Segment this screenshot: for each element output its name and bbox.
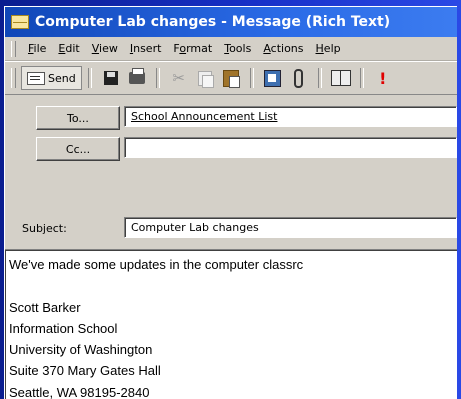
address-book-button[interactable]	[262, 67, 284, 89]
to-button[interactable]: To...	[36, 106, 120, 130]
signature-line: University of Washington	[9, 342, 153, 357]
menu-tools[interactable]: Tools	[218, 42, 257, 55]
print-button[interactable]	[126, 67, 148, 89]
to-recipient[interactable]: School Announcement List	[131, 110, 277, 123]
address-book-icon	[264, 69, 282, 87]
cut-button[interactable]: ✂	[168, 67, 190, 89]
check-names-icon	[330, 70, 351, 86]
save-icon	[103, 71, 118, 85]
menu-actions[interactable]: Actions	[257, 42, 309, 55]
check-names-button[interactable]	[330, 67, 352, 89]
menu-help[interactable]: Help	[310, 42, 347, 55]
signature-name: Scott Barker	[9, 300, 81, 315]
body-line: We've made some updates in the computer …	[9, 257, 304, 272]
menu-bar: File Edit View Insert Format Tools Actio…	[5, 37, 457, 61]
title-bar[interactable]: Computer Lab changes - Message (Rich Tex…	[5, 7, 457, 37]
menu-insert[interactable]: Insert	[124, 42, 168, 55]
cc-button[interactable]: Cc...	[36, 137, 120, 161]
subject-field[interactable]: Computer Lab changes	[124, 217, 457, 238]
save-button[interactable]	[100, 67, 122, 89]
message-window: Computer Lab changes - Message (Rich Tex…	[4, 6, 457, 399]
attach-icon	[294, 68, 304, 88]
window-title: Computer Lab changes - Message (Rich Tex…	[35, 14, 391, 30]
signature-line: Information School	[9, 321, 118, 336]
toolbar-separator	[87, 68, 92, 88]
send-button[interactable]: Send	[21, 66, 82, 90]
copy-button[interactable]	[194, 67, 216, 89]
menu-format[interactable]: Format	[167, 42, 218, 55]
message-body[interactable]: We've made some updates in the computer …	[5, 249, 457, 399]
print-icon	[128, 68, 145, 84]
subject-label: Subject:	[22, 222, 67, 235]
menu-file[interactable]: File	[22, 42, 52, 55]
signature-line: Suite 370 Mary Gates Hall	[9, 363, 161, 378]
cc-field[interactable]	[124, 137, 457, 158]
envelope-icon	[11, 15, 29, 29]
menu-view[interactable]: View	[86, 42, 124, 55]
signature-line: Seattle, WA 98195-2840	[9, 385, 150, 399]
cut-icon: ✂	[172, 69, 185, 87]
to-field[interactable]: School Announcement List	[124, 106, 457, 127]
toolbar-separator	[155, 68, 160, 88]
paste-icon	[222, 69, 240, 88]
paste-button[interactable]	[220, 67, 242, 89]
toolbar-separator	[359, 68, 364, 88]
send-label: Send	[48, 71, 76, 85]
importance-high-button[interactable]: !	[372, 67, 394, 89]
importance-icon: !	[379, 68, 387, 88]
menubar-grip[interactable]	[11, 40, 16, 57]
message-header: To... School Announcement List Cc... Sub…	[5, 95, 457, 245]
standard-toolbar: Send ✂ !	[5, 61, 457, 95]
toolbar-separator	[249, 68, 254, 88]
toolbar-separator	[317, 68, 322, 88]
copy-icon	[197, 70, 214, 88]
attach-button[interactable]	[288, 67, 310, 89]
toolbar-grip[interactable]	[11, 68, 16, 88]
send-icon	[27, 71, 45, 85]
menu-edit[interactable]: Edit	[52, 42, 85, 55]
